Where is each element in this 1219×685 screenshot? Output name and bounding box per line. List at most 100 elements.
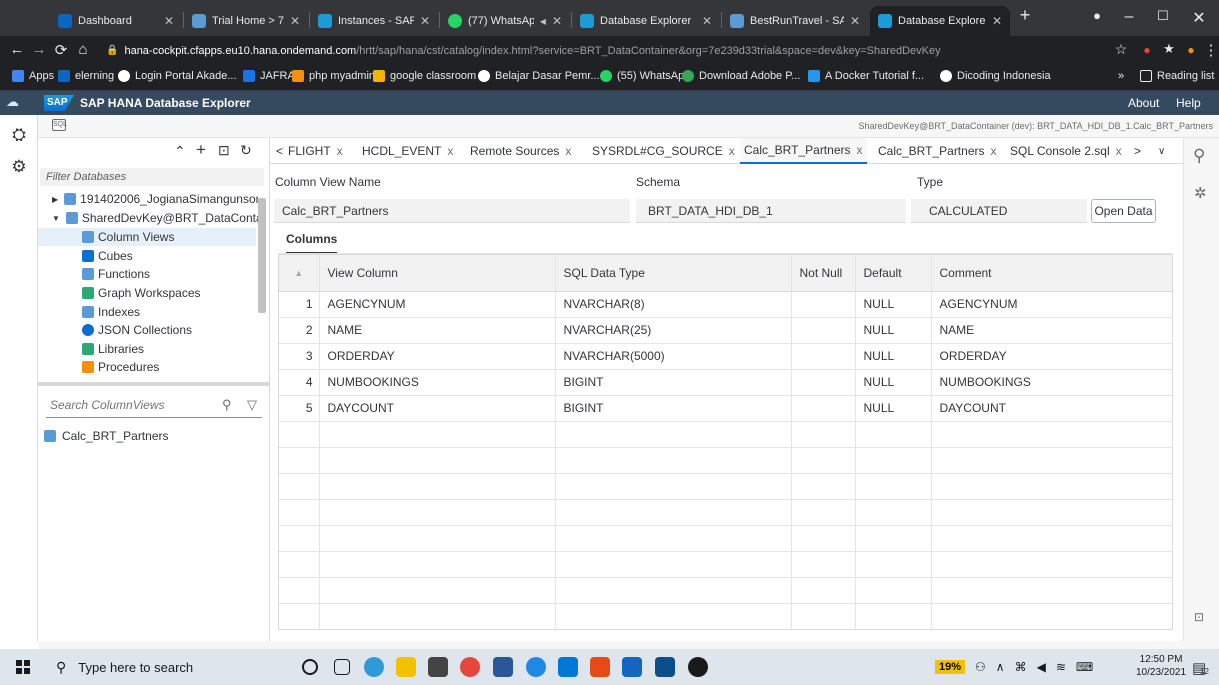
bookmark-belajar[interactable]: Belajar Dasar Pemr... xyxy=(478,70,600,82)
tab-sql-console-2[interactable]: SQL Console 2.sql x xyxy=(1006,138,1126,164)
bookmark-phpmyadmin[interactable]: php myadmin xyxy=(292,70,375,82)
close-tab-icon[interactable]: x xyxy=(565,144,571,158)
header-sql-data-type[interactable]: SQL Data Type xyxy=(555,255,792,292)
close-tab-icon[interactable]: x xyxy=(447,144,453,158)
task-view-icon[interactable] xyxy=(334,659,350,675)
tree-item-graph-workspaces[interactable]: Graph Workspaces xyxy=(82,284,201,302)
chat-icon[interactable] xyxy=(655,657,675,677)
collapse-triangle-icon[interactable]: ▼ xyxy=(52,214,60,223)
browser-tab-database-explorer-active[interactable]: Database Explorer ✕ xyxy=(870,6,1010,36)
browser-tab-instances[interactable]: Instances - SAP HANA ✕ xyxy=(310,6,438,36)
tab-calc-brt-partners[interactable]: Calc_BRT_Partners x xyxy=(874,138,1001,164)
browser-tab-bestruntravel[interactable]: BestRunTravel - SAP E ✕ xyxy=(722,6,868,36)
close-tab-icon[interactable]: x xyxy=(1116,144,1122,158)
expand-triangle-icon[interactable]: ▶ xyxy=(52,195,58,204)
tab-columns[interactable]: Columns xyxy=(286,232,338,254)
bookmark-dicoding[interactable]: Dicoding Indonesia xyxy=(940,70,1051,82)
schema-field[interactable]: BRT_DATA_HDI_DB_1 xyxy=(636,199,906,223)
browser-tab-dashboard[interactable]: Dashboard ✕ xyxy=(50,6,182,36)
battery-indicator[interactable]: 19% xyxy=(935,660,966,674)
search-result-item[interactable]: Calc_BRT_Partners xyxy=(44,427,169,445)
open-data-button[interactable]: Open Data xyxy=(1091,199,1156,223)
search-columnviews-input[interactable] xyxy=(46,394,206,416)
star-icon[interactable]: ☆ xyxy=(1110,41,1132,58)
tree-item-procedures[interactable]: Procedures xyxy=(82,358,159,376)
url-field[interactable]: 🔒 hana-cockpit.cfapps.eu10.hana.ondemand… xyxy=(98,39,1098,62)
table-row[interactable]: 4 NUMBOOKINGS BIGINT NULL NUMBOOKINGS xyxy=(279,369,1172,396)
taskbar-search[interactable]: ⚲ Type here to search xyxy=(44,649,270,685)
new-tab-icon[interactable]: + xyxy=(1010,5,1040,26)
tree-item-database-1[interactable]: ▶ 191402006_JogianaSimangunson xyxy=(52,190,258,208)
tree-item-indexes[interactable]: Indexes xyxy=(82,303,140,321)
wifi-icon[interactable]: ≋ xyxy=(1056,660,1066,674)
close-window-icon[interactable]: ✕ xyxy=(1184,8,1214,28)
bookmark-apps[interactable]: Apps xyxy=(12,70,54,82)
file-explorer-icon[interactable] xyxy=(396,657,416,677)
bookmark-docker-tutorial[interactable]: A Docker Tutorial f... xyxy=(808,70,924,82)
tree-item-functions[interactable]: Functions xyxy=(82,265,150,283)
tab-calc-brt-partners-active[interactable]: Calc_BRT_Partners x xyxy=(740,138,867,164)
bookmark-whatsapp[interactable]: (55) WhatsApp xyxy=(600,70,690,82)
tree-item-shared-dev-key[interactable]: ▼ SharedDevKey@BRT_DataConta xyxy=(52,209,258,227)
column-view-name-field[interactable]: Calc_BRT_Partners xyxy=(274,199,630,223)
refresh-icon[interactable]: ↻ xyxy=(240,142,252,159)
close-tab-icon[interactable]: x xyxy=(337,144,343,158)
reading-list-button[interactable]: Reading list xyxy=(1140,70,1214,82)
volume-icon[interactable]: ◀ xyxy=(1037,660,1046,674)
browser-tab-whatsapp[interactable]: (77) WhatsApp ◂ ✕ xyxy=(440,6,570,36)
settings-gear-icon[interactable]: ⚙ xyxy=(9,157,29,177)
browser-tab-trial-home[interactable]: Trial Home > 7e239d ✕ xyxy=(184,6,308,36)
avatar-icon[interactable]: ● xyxy=(1180,43,1202,57)
edge-icon[interactable] xyxy=(364,657,384,677)
chrome-icon[interactable] xyxy=(460,657,480,677)
menu-kebab-icon[interactable]: ⋮ xyxy=(1200,41,1219,59)
tab-hcdl-event[interactable]: HCDL_EVENT x xyxy=(358,138,457,164)
close-tab-icon[interactable]: ✕ xyxy=(552,14,562,28)
header-comment[interactable]: Comment xyxy=(931,255,1172,292)
browser-tab-database-explorer[interactable]: Database Explorer ✕ xyxy=(572,6,720,36)
tab-sysrdl-cg-source[interactable]: SYSRDL#CG_SOURCE x xyxy=(588,138,739,164)
console-icon[interactable]: ⊡ xyxy=(1194,610,1204,624)
network-icon[interactable]: ⌘ xyxy=(1015,660,1027,674)
help-link[interactable]: Help xyxy=(1176,96,1201,110)
tab-flight[interactable]: FLIGHT x xyxy=(284,138,347,164)
about-link[interactable]: About xyxy=(1128,96,1159,110)
tree-item-cubes[interactable]: Cubes xyxy=(82,247,133,265)
close-tab-icon[interactable]: ✕ xyxy=(290,14,300,28)
table-row[interactable]: 3 ORDERDAY NVARCHAR(5000) NULL ORDERDAY xyxy=(279,343,1172,370)
search-icon[interactable]: ⚲ xyxy=(222,397,232,413)
add-database-icon[interactable]: + xyxy=(196,140,206,160)
lumi-icon[interactable] xyxy=(558,657,578,677)
more-bookmarks-icon[interactable]: » xyxy=(1118,70,1124,82)
tree-item-column-views[interactable]: Column Views xyxy=(38,228,256,246)
table-row[interactable]: 1 AGENCYNUM NVARCHAR(8) NULL AGENCYNUM xyxy=(279,291,1172,318)
close-tab-icon[interactable]: ✕ xyxy=(702,14,712,28)
bug-debugger-icon[interactable]: ✲ xyxy=(1194,184,1207,202)
tab-overflow-chevron-icon[interactable]: ∨ xyxy=(1154,138,1169,164)
table-row[interactable]: 2 NAME NVARCHAR(25) NULL NAME xyxy=(279,317,1172,344)
telegram-icon[interactable] xyxy=(526,657,546,677)
bookmark-google-classroom[interactable]: google classroom xyxy=(373,70,476,82)
keyboard-icon[interactable]: ⌨ xyxy=(1076,660,1093,674)
bookmark-jafra[interactable]: JAFRA xyxy=(243,70,295,82)
mail-icon[interactable] xyxy=(428,657,448,677)
close-tab-icon[interactable]: ✕ xyxy=(850,14,860,28)
minimize-icon[interactable]: – xyxy=(1114,8,1144,26)
office-icon[interactable] xyxy=(590,657,610,677)
github-icon[interactable] xyxy=(688,657,708,677)
sql-console-icon[interactable]: SQL xyxy=(52,119,67,131)
back-icon[interactable]: ← xyxy=(6,41,28,58)
close-tab-icon[interactable]: x xyxy=(729,144,735,158)
sort-indicator-icon[interactable]: ▲ xyxy=(279,255,320,292)
header-not-null[interactable]: Not Null xyxy=(791,255,856,292)
tree-scrollbar[interactable] xyxy=(258,198,266,313)
word-icon[interactable] xyxy=(493,657,513,677)
bookmark-download-adobe[interactable]: Download Adobe P... xyxy=(682,70,800,82)
extensions-puzzle-icon[interactable]: ★ xyxy=(1158,41,1180,57)
tab-remote-sources[interactable]: Remote Sources x xyxy=(466,138,575,164)
forward-icon[interactable]: → xyxy=(28,41,50,58)
filter-databases-input[interactable]: Filter Databases xyxy=(40,168,264,186)
table-row[interactable]: 5 DAYCOUNT BIGINT NULL DAYCOUNT xyxy=(279,395,1172,422)
home-icon[interactable]: ⌂ xyxy=(72,41,94,58)
notification-center-icon[interactable]: ▤ 12 xyxy=(1192,659,1209,677)
